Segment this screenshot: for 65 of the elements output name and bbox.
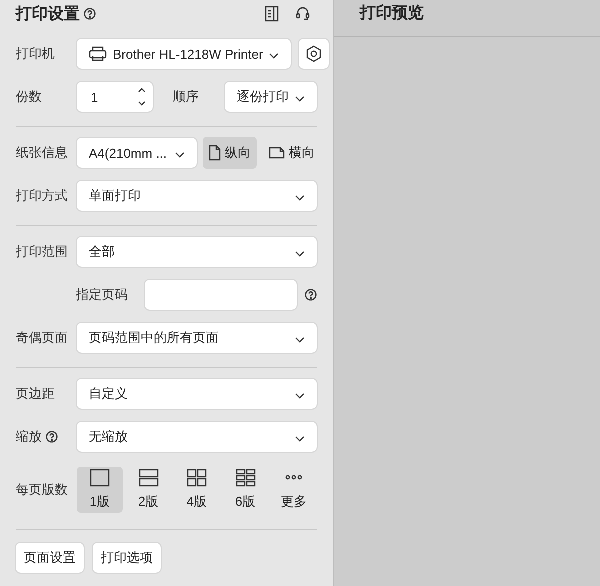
portrait-toggle[interactable]: 纵向 (203, 137, 257, 169)
stepper-value: 1 (91, 90, 98, 104)
six-pages-icon (236, 469, 256, 487)
two-pages-icon (138, 469, 158, 487)
panel-title: 打印设置 (16, 4, 80, 24)
copies-stepper[interactable]: 1 (77, 82, 153, 112)
support-button[interactable] (295, 6, 311, 22)
field-label: 缩放 (16, 428, 42, 446)
pages-per-sheet-option[interactable]: 1版 (77, 467, 123, 513)
chevron-icon (295, 336, 305, 342)
select-value: 自定义 (89, 385, 129, 403)
chevron-icon (295, 250, 305, 256)
paper-dropdown[interactable]: A4(210mm ... (77, 138, 197, 168)
field-label: 顺序 (173, 88, 199, 106)
landscape-toggle[interactable]: 横向 (263, 137, 321, 169)
action-button[interactable]: 页面设置 (16, 543, 84, 573)
more-icon (285, 475, 303, 480)
field-label: 打印方式 (16, 187, 68, 205)
preview-title: 打印预览 (334, 0, 600, 37)
select-value: A4(210mm ... (89, 146, 168, 160)
printer-dropdown[interactable]: Brother HL-1218W Printer (77, 39, 292, 69)
printer-settings-button[interactable] (299, 39, 330, 69)
help-icon (84, 8, 96, 20)
pages-per-sheet-option[interactable]: 更多 (271, 467, 317, 513)
field-label: 份数 (16, 88, 43, 106)
printer-icon (89, 46, 107, 62)
layout-toggle-button[interactable] (265, 6, 279, 22)
help-icon (305, 289, 317, 301)
headset-icon (295, 6, 311, 22)
field-label: 打印范围 (16, 243, 68, 261)
select-value: 页码范围中的所有页面 (89, 329, 220, 347)
chevron-icon (295, 392, 305, 398)
select-value: Brother HL-1218W Printer (113, 46, 264, 62)
page-icon (90, 469, 110, 487)
field-label: 指定页码 (76, 286, 129, 304)
page-range-field[interactable] (145, 280, 297, 310)
hexagon-gear-icon (305, 45, 324, 63)
pages-per-sheet-option[interactable]: 2版 (126, 467, 172, 513)
chevron-icon (295, 194, 305, 200)
dropdown[interactable]: 单面打印 (77, 181, 317, 211)
dropdown[interactable]: 全部 (77, 237, 317, 267)
select-value: 单面打印 (89, 187, 142, 205)
dropdown[interactable]: 页码范围中的所有页面 (77, 323, 317, 353)
select-value: 逐份打印 (237, 88, 289, 106)
select-value: 无缩放 (89, 428, 129, 446)
order-dropdown[interactable]: 逐份打印 (225, 82, 317, 112)
field-label: 打印机 (16, 45, 56, 63)
chevron-icon (295, 96, 305, 102)
landscape-page-icon (269, 147, 285, 159)
field-label: 每页版数 (16, 481, 69, 499)
dropdown[interactable]: 无缩放 (77, 422, 317, 452)
select-value: 全部 (89, 243, 116, 261)
dropdown[interactable]: 自定义 (77, 379, 317, 409)
field-label: 页边距 (16, 385, 55, 403)
panel-icon (265, 6, 279, 22)
chevron-icon (295, 436, 305, 442)
pages-per-sheet-option[interactable]: 6版 (222, 467, 268, 513)
chevron-icon (175, 152, 185, 158)
portrait-page-icon (209, 145, 221, 161)
chevron-icon (269, 52, 280, 58)
field-label: 奇偶页面 (16, 329, 68, 347)
field-label: 纸张信息 (16, 144, 69, 162)
four-pages-icon (187, 469, 207, 487)
pages-per-sheet-option[interactable]: 4版 (174, 467, 220, 513)
action-button[interactable]: 打印选项 (93, 543, 161, 573)
